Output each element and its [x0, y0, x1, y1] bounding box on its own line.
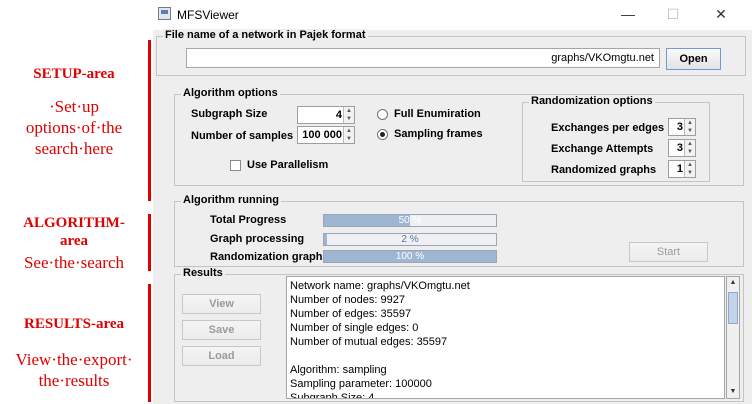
algorithm-area-description: See·the·search [23, 253, 125, 272]
results-text-area[interactable]: Network name: graphs/VKOmgtu.net Number … [286, 276, 725, 399]
close-button[interactable]: ✕ [701, 2, 741, 26]
randomization-graph-label: Randomization graph [210, 251, 323, 263]
use-parallelism-checkbox[interactable] [230, 160, 241, 171]
graph-processing-label: Graph processing [210, 233, 305, 245]
results-area-bracket [148, 284, 151, 402]
full-enumeration-radio[interactable] [377, 109, 388, 120]
attempts-label: Exchange Attempts [551, 143, 654, 155]
randomized-graphs-value: 1 [676, 163, 683, 175]
maximize-button[interactable]: ☐ [653, 2, 693, 26]
spinner-arrows-icon[interactable]: ▲ ▼ [343, 127, 354, 143]
results-line: Algorithm: sampling [290, 364, 387, 376]
use-parallelism-label[interactable]: Use Parallelism [247, 159, 328, 171]
results-title: Results [181, 267, 225, 279]
samples-spinner[interactable]: 100 000 ▲ ▼ [297, 126, 355, 144]
start-button[interactable]: Start [629, 242, 708, 262]
graph-processing-bar: 2 % [323, 233, 497, 246]
spinner-arrows-icon[interactable]: ▲ ▼ [684, 161, 695, 177]
samples-value: 100 000 [302, 129, 342, 141]
setup-area-description: ·Set·up options·of·the search·here [0, 96, 148, 159]
results-line: Sampling parameter: 100000 [290, 378, 432, 390]
total-progress-label: Total Progress [210, 214, 287, 226]
sampling-frames-radio[interactable] [377, 129, 388, 140]
algorithm-area-title: ALGORITHM- area [0, 214, 148, 250]
randomization-graph-bar: 100 % [323, 250, 497, 263]
results-line: Network name: graphs/VKOmgtu.net [290, 280, 470, 292]
exchanges-spinner[interactable]: 3 ▲ ▼ [668, 118, 696, 136]
subgraph-size-label: Subgraph Size [191, 108, 268, 120]
attempts-spinner[interactable]: 3 ▲ ▼ [668, 139, 696, 157]
minimize-button[interactable]: — [608, 2, 648, 26]
results-lines: Network name: graphs/VKOmgtu.net Number … [290, 279, 470, 399]
total-progress-text: 50 % [398, 215, 422, 226]
full-enumeration-label[interactable]: Full Enumiration [394, 108, 481, 120]
samples-label: Number of samples [191, 130, 294, 142]
results-scrollbar[interactable]: ▲ ▼ [726, 276, 740, 399]
file-group-title: File name of a network in Pajek format [163, 29, 368, 41]
exchanges-label: Exchanges per edges [551, 122, 665, 134]
randomized-graphs-label: Randomized graphs [551, 164, 657, 176]
window-title: MFSViewer [177, 8, 239, 22]
load-button[interactable]: Load [182, 346, 261, 366]
scroll-down-icon[interactable]: ▼ [727, 386, 739, 398]
results-desc-line: the·results [38, 371, 110, 390]
graph-processing-text: 2 % [401, 234, 419, 245]
spinner-arrows-icon[interactable]: ▲ ▼ [684, 140, 695, 156]
file-path-input[interactable]: graphs/VKOmgtu.net [186, 48, 660, 68]
randomization-graph-text: 100 % [395, 251, 425, 262]
results-line: Number of edges: 35597 [290, 308, 412, 320]
algorithm-title-line: ALGORITHM- [23, 215, 125, 231]
results-area-title: RESULTS-area [23, 316, 125, 332]
spinner-arrows-icon[interactable]: ▲ ▼ [343, 107, 354, 123]
results-line: Number of single edges: 0 [290, 322, 419, 334]
exchanges-value: 3 [676, 121, 683, 133]
sampling-frames-label[interactable]: Sampling frames [394, 128, 483, 140]
title-bar: MFSViewer — ☐ ✕ [153, 0, 752, 30]
randomized-graphs-spinner[interactable]: 1 ▲ ▼ [668, 160, 696, 178]
results-desc-line: View·the·export· [15, 350, 133, 369]
setup-area-bracket [148, 40, 151, 201]
subgraph-size-value: 4 [335, 109, 342, 121]
open-button[interactable]: Open [666, 48, 721, 70]
results-line: Number of nodes: 9927 [290, 294, 405, 306]
results-area-description: View·the·export· the·results [0, 349, 148, 391]
randomization-title: Randomization options [529, 95, 655, 107]
save-button[interactable]: Save [182, 320, 261, 340]
attempts-value: 3 [676, 142, 683, 154]
scroll-thumb[interactable] [728, 292, 738, 324]
setup-desc-line: ·Set·up [48, 97, 100, 116]
scroll-up-icon[interactable]: ▲ [727, 277, 739, 289]
results-line: Subgraph Size: 4 [290, 392, 375, 399]
view-button[interactable]: View [182, 294, 261, 314]
results-line: Number of mutual edges: 35597 [290, 336, 448, 348]
algorithm-running-title: Algorithm running [181, 194, 281, 206]
setup-desc-line: search·here [34, 139, 114, 158]
mfsviewer-window: MFSViewer — ☐ ✕ File name of a network i… [153, 0, 752, 404]
setup-desc-line: options·of·the [25, 118, 123, 137]
setup-area-title: SETUP-area [33, 66, 115, 82]
algorithm-options-title: Algorithm options [181, 87, 280, 99]
app-icon [158, 7, 171, 20]
algorithm-title-line: area [59, 233, 89, 249]
total-progress-bar: 50 % [323, 214, 497, 227]
spinner-arrows-icon[interactable]: ▲ ▼ [684, 119, 695, 135]
algorithm-area-bracket [148, 214, 151, 271]
results-line [290, 349, 470, 363]
subgraph-size-spinner[interactable]: 4 ▲ ▼ [297, 106, 355, 124]
